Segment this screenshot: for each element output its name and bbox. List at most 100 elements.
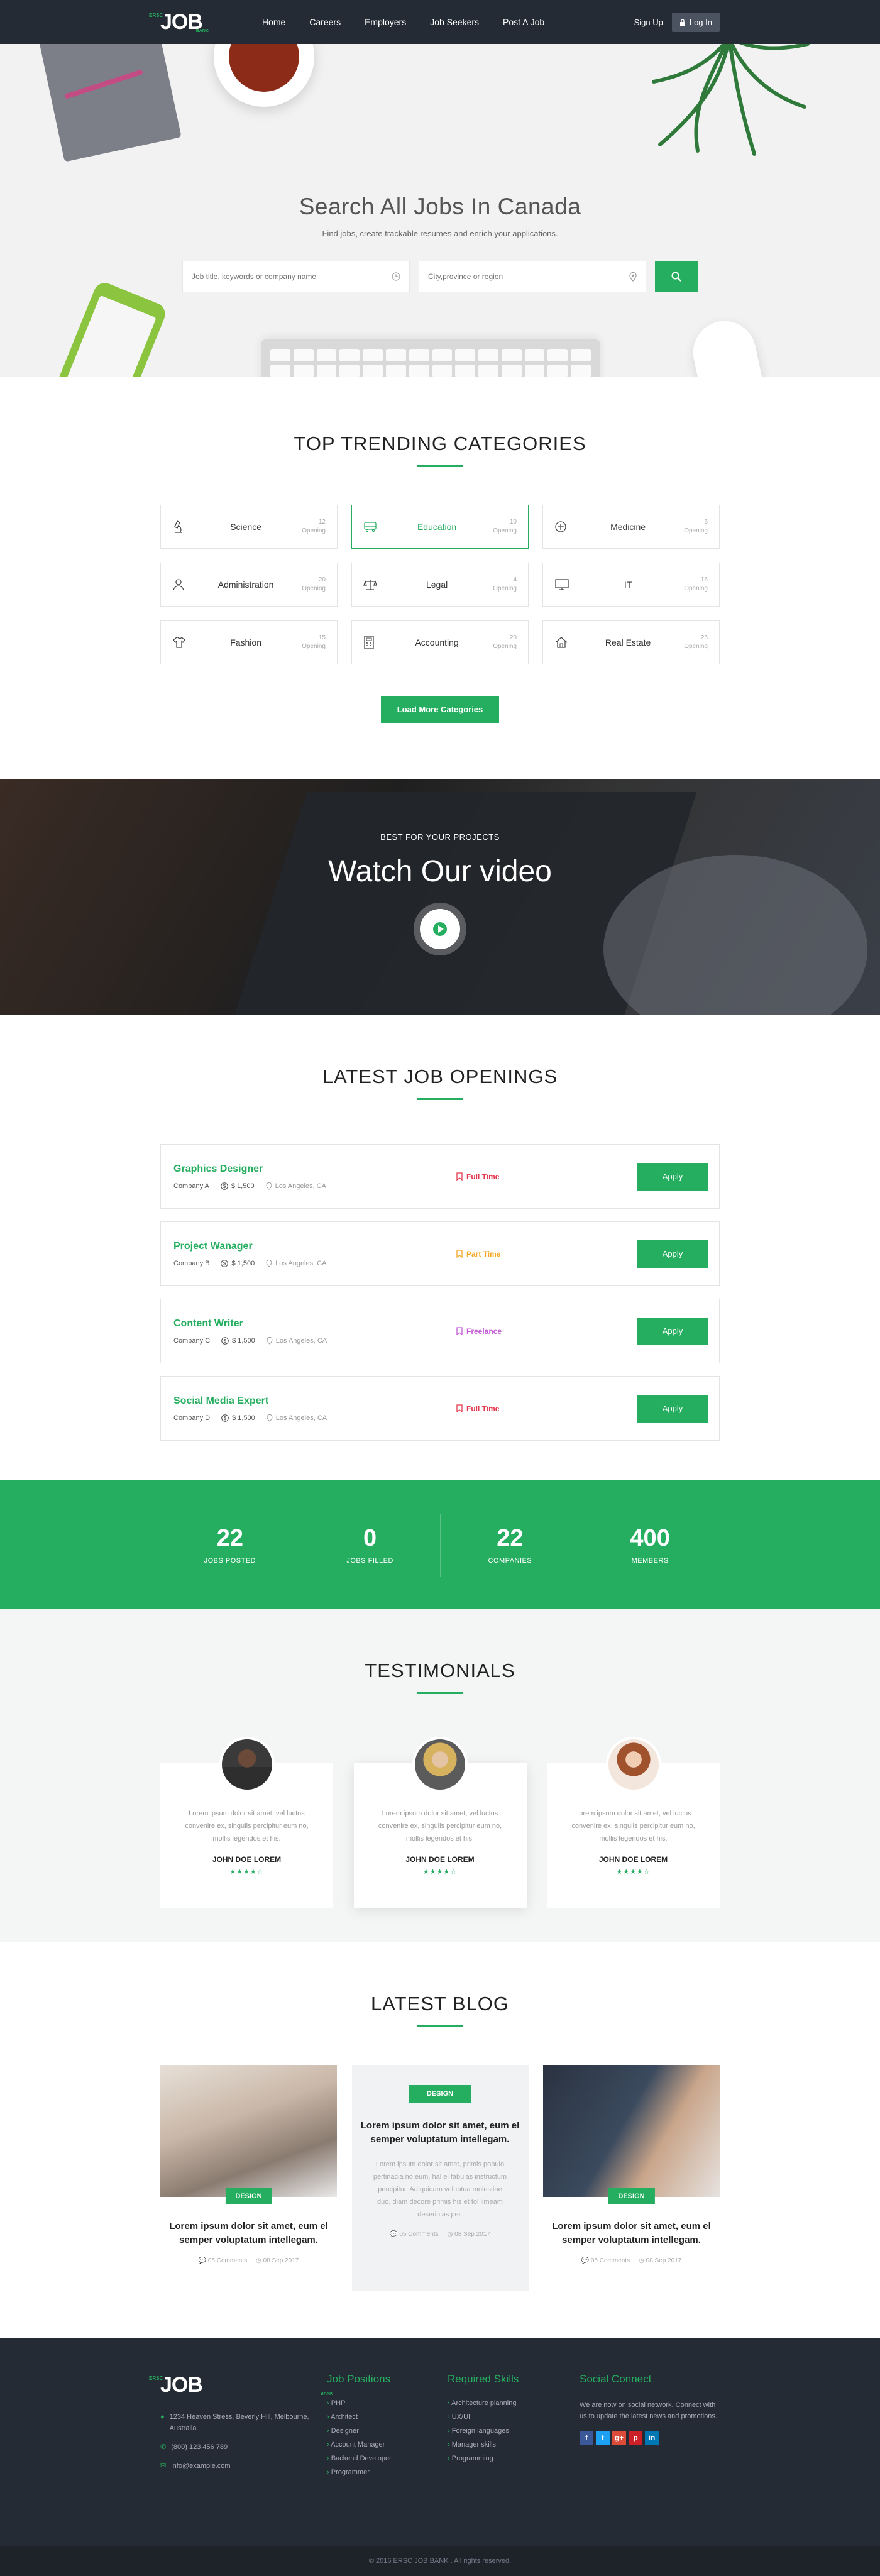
svg-text:$: $ xyxy=(223,1184,226,1189)
bookmark-icon xyxy=(456,1327,463,1335)
job-title-link[interactable]: Content Writer xyxy=(173,1318,456,1329)
footer-link[interactable]: Account Manager xyxy=(327,2441,448,2448)
category-name: Accounting xyxy=(415,637,459,647)
footer-email[interactable]: info@example.com xyxy=(171,2460,230,2472)
user-icon xyxy=(173,579,184,591)
apply-button[interactable]: Apply xyxy=(637,1240,708,1268)
svg-text:$: $ xyxy=(224,1416,227,1421)
mouse-image xyxy=(687,315,771,377)
menu-employers[interactable]: Employers xyxy=(365,17,406,27)
blog-tag[interactable]: DESIGN xyxy=(225,2188,272,2204)
keyword-input[interactable] xyxy=(192,272,380,281)
footer-link[interactable]: UX/UI xyxy=(448,2413,580,2421)
category-count-label: Opening xyxy=(493,527,517,534)
stat-number: 0 xyxy=(363,1525,377,1551)
footer-link[interactable]: Manager skills xyxy=(448,2441,580,2448)
signup-link[interactable]: Sign Up xyxy=(634,18,663,27)
apply-button[interactable]: Apply xyxy=(637,1394,708,1423)
category-count-label: Opening xyxy=(302,527,326,534)
stat-jobs-filled: 0 JOBS FILLED xyxy=(300,1513,441,1577)
category-count: 15 xyxy=(318,634,326,641)
stat-label: JOBS POSTED xyxy=(204,1557,256,1565)
hero-section: Search All Jobs In Canada Find jobs, cre… xyxy=(0,44,880,377)
site-logo[interactable]: ERSC JOB BANK xyxy=(149,10,209,35)
job-salary: $ 1,500 xyxy=(232,1414,255,1422)
scale-icon xyxy=(363,580,377,590)
job-title-link[interactable]: Graphics Designer xyxy=(173,1164,456,1175)
linkedin-icon[interactable]: in xyxy=(645,2431,659,2445)
keyword-field xyxy=(182,261,410,292)
search-button[interactable] xyxy=(655,261,698,292)
category-education[interactable]: Education 10 Opening xyxy=(351,505,529,549)
footer-link[interactable]: Architecture planning xyxy=(448,2399,580,2407)
bus-icon xyxy=(364,522,377,532)
blog-tag[interactable]: DESIGN xyxy=(409,2085,471,2103)
stat-number: 22 xyxy=(216,1525,244,1551)
category-name: Medicine xyxy=(610,522,646,532)
location-input[interactable] xyxy=(428,272,617,281)
play-button[interactable] xyxy=(414,903,466,955)
blog-tag[interactable]: DESIGN xyxy=(608,2188,655,2204)
top-nav: ERSC JOB BANK Home Careers Employers Job… xyxy=(0,0,880,44)
category-count-label: Opening xyxy=(302,643,326,650)
stat-number: 22 xyxy=(497,1525,524,1551)
category-fashion[interactable]: Fashion 15 Opening xyxy=(160,620,338,664)
pinterest-icon[interactable]: p xyxy=(629,2431,642,2445)
login-button[interactable]: Log In xyxy=(671,12,720,32)
category-it[interactable]: IT 16 Opening xyxy=(542,563,720,607)
category-grid: Science 12 Opening Education 10 Opening Me… xyxy=(160,505,720,664)
category-count-label: Opening xyxy=(684,527,708,534)
menu-post-a-job[interactable]: Post A Job xyxy=(503,17,544,27)
blog-post[interactable]: DESIGN Lorem ipsum dolor sit amet, eum e… xyxy=(160,2065,337,2291)
testimonial-name: JOHN DOE LOREM xyxy=(598,1855,668,1864)
category-accounting[interactable]: Accounting 20 Opening xyxy=(351,620,529,664)
menu-home[interactable]: Home xyxy=(262,17,285,27)
footer-logo[interactable]: ERSC JOB BANK xyxy=(149,2373,333,2397)
twitter-icon[interactable]: t xyxy=(596,2431,610,2445)
stat-members: 400 MEMBERS xyxy=(580,1514,720,1577)
play-icon xyxy=(433,922,447,936)
blog-post[interactable]: DESIGN Lorem ipsum dolor sit amet, eum e… xyxy=(543,2065,720,2291)
login-label: Log In xyxy=(689,17,712,27)
job-row: Graphics Designer Company A $ $ 1,500 Los… xyxy=(160,1144,720,1209)
facebook-icon[interactable]: f xyxy=(580,2431,593,2445)
footer-link[interactable]: PHP xyxy=(327,2399,448,2407)
footer-link[interactable]: Foreign languages xyxy=(448,2427,580,2435)
job-title-link[interactable]: Project Wanager xyxy=(173,1241,456,1252)
apply-button[interactable]: Apply xyxy=(637,1317,708,1345)
category-science[interactable]: Science 12 Opening xyxy=(160,505,338,549)
stat-label: MEMBERS xyxy=(631,1557,669,1565)
google-plus-icon[interactable]: g+ xyxy=(612,2431,626,2445)
testimonial-card: Lorem ipsum dolor sit amet, vel luctus c… xyxy=(547,1737,720,1908)
blog-comments: 05 Comments xyxy=(207,2257,248,2264)
job-title-link[interactable]: Social Media Expert xyxy=(173,1395,456,1407)
location-pin-icon xyxy=(267,1336,273,1345)
menu-careers[interactable]: Careers xyxy=(309,17,341,27)
category-count: 4 xyxy=(513,576,517,583)
category-legal[interactable]: Legal 4 Opening xyxy=(351,563,529,607)
blog-post-title[interactable]: Lorem ipsum dolor sit amet, eum el sempe… xyxy=(352,2119,529,2147)
apply-button[interactable]: Apply xyxy=(637,1162,708,1191)
footer: ERSC JOB BANK ● 1234 Heaven Stress, Bever… xyxy=(0,2338,880,2546)
job-company: Company C xyxy=(173,1336,211,1345)
comment-icon: 💬 xyxy=(198,2257,207,2264)
load-more-categories-button[interactable]: Load More Categories xyxy=(380,696,500,723)
phone-image xyxy=(51,279,169,377)
category-real-estate[interactable]: Real Estate 26 Opening xyxy=(542,620,720,664)
comment-icon: 💬 xyxy=(390,2231,398,2238)
blog-post-title[interactable]: Lorem ipsum dolor sit amet, eum el sempe… xyxy=(543,2220,720,2247)
category-administration[interactable]: Administration 20 Opening xyxy=(160,563,338,607)
category-medicine[interactable]: Medicine 6 Opening xyxy=(542,505,720,549)
footer-link[interactable]: Programming xyxy=(448,2455,580,2462)
blog-post-title[interactable]: Lorem ipsum dolor sit amet, eum el sempe… xyxy=(160,2220,337,2247)
footer-link[interactable]: Architect xyxy=(327,2413,448,2421)
footer-link[interactable]: Programmer xyxy=(327,2469,448,2476)
video-kicker: BEST FOR YOUR PROJECTS xyxy=(380,832,500,842)
footer-link[interactable]: Backend Developer xyxy=(327,2455,448,2462)
footer-link[interactable]: Designer xyxy=(327,2427,448,2435)
category-count-label: Opening xyxy=(302,585,326,592)
video-title: Watch Our video xyxy=(328,855,552,888)
lock-icon xyxy=(679,18,685,26)
menu-job-seekers[interactable]: Job Seekers xyxy=(430,17,479,27)
blog-post-featured[interactable]: DESIGN Lorem ipsum dolor sit amet, eum e… xyxy=(351,2065,529,2291)
